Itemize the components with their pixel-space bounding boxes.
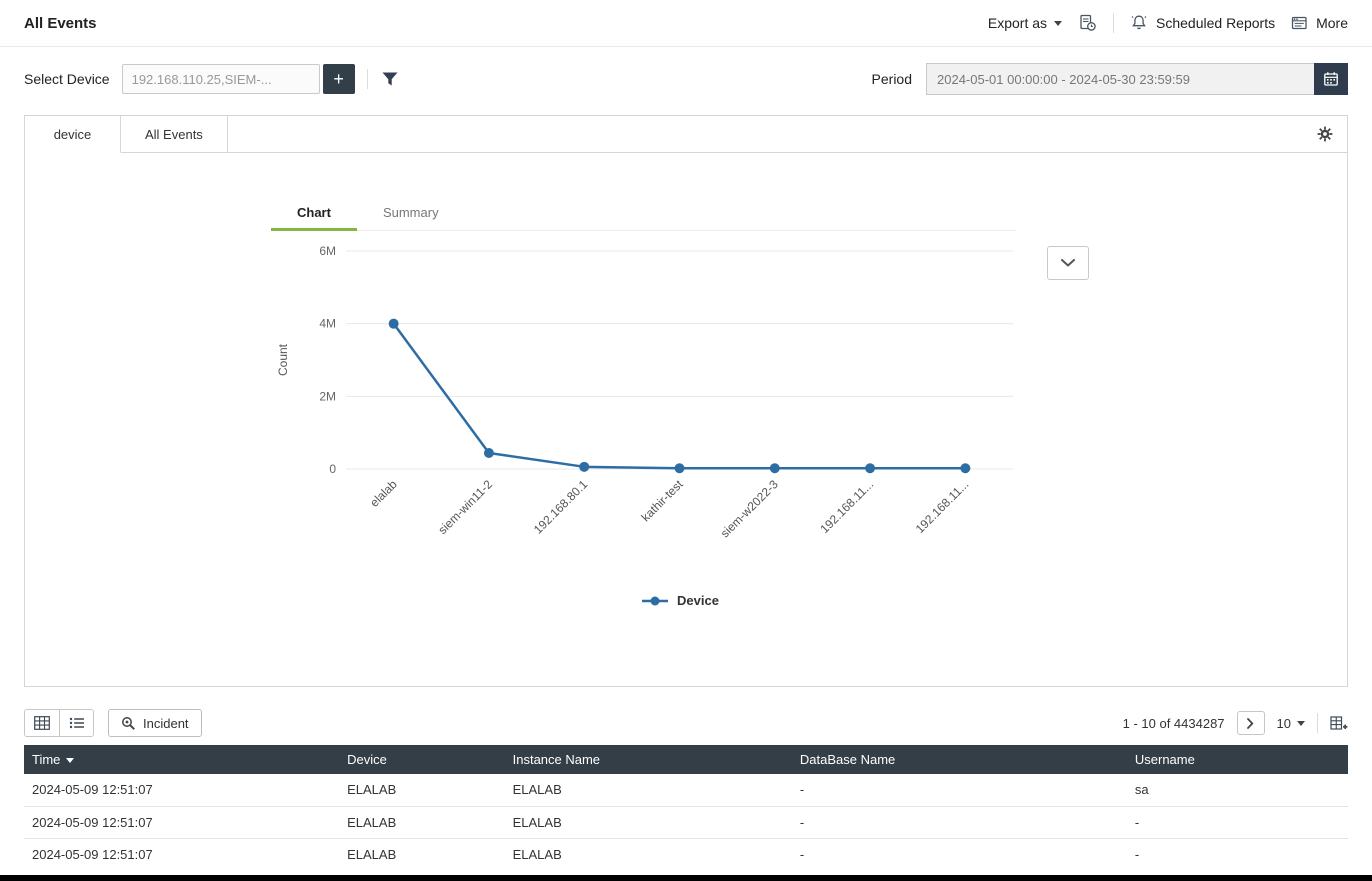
table-cell: - — [1127, 838, 1348, 863]
sort-desc-icon — [66, 758, 74, 763]
tab-all-events[interactable]: All Events — [121, 116, 228, 152]
incident-label: Incident — [143, 716, 189, 731]
svg-text:6M: 6M — [319, 244, 336, 258]
column-header-time[interactable]: Time — [24, 745, 339, 774]
filter-row: Select Device + Period — [0, 63, 1372, 95]
svg-text:siem-w2022-3: siem-w2022-3 — [718, 477, 781, 540]
svg-text:192.168.80.1: 192.168.80.1 — [531, 477, 591, 537]
divider — [1317, 713, 1318, 733]
chevron-down-icon — [1297, 721, 1305, 726]
period-input[interactable] — [926, 63, 1314, 95]
table-cell: - — [792, 806, 1127, 838]
events-table: TimeDeviceInstance NameDataBase NameUser… — [24, 745, 1348, 863]
export-history-icon[interactable] — [1078, 14, 1097, 32]
period-label: Period — [872, 71, 912, 87]
subtab-chart[interactable]: Chart — [271, 197, 357, 230]
chart-summary-tabs: Chart Summary — [271, 197, 1016, 231]
svg-text:Count: Count — [276, 343, 290, 376]
report-window-icon — [1291, 15, 1308, 31]
svg-text:0: 0 — [329, 462, 336, 476]
scheduled-reports-label: Scheduled Reports — [1156, 15, 1275, 31]
column-picker-icon[interactable] — [1330, 716, 1348, 731]
top-bar: All Events Export as Scheduled Reports — [0, 0, 1372, 47]
export-as-button[interactable]: Export as — [988, 15, 1062, 31]
chevron-right-icon — [1247, 718, 1254, 729]
next-page-button[interactable] — [1237, 711, 1265, 735]
table-cell: 2024-05-09 12:51:07 — [24, 838, 339, 863]
table-cell: - — [792, 838, 1127, 863]
table-cell: 2024-05-09 12:51:07 — [24, 774, 339, 806]
list-icon — [69, 716, 85, 730]
column-header-device[interactable]: Device — [339, 745, 505, 774]
table-cell: sa — [1127, 774, 1348, 806]
calendar-icon — [1323, 71, 1339, 87]
table-cell: 2024-05-09 12:51:07 — [24, 806, 339, 838]
calendar-button[interactable] — [1314, 63, 1348, 95]
svg-text:4M: 4M — [319, 317, 336, 331]
grid-icon — [34, 716, 50, 730]
pagination-text: 1 - 10 of 4434287 — [1123, 716, 1225, 731]
more-label: More — [1316, 15, 1348, 31]
tab-device[interactable]: device — [25, 116, 121, 153]
svg-text:elalab: elalab — [367, 477, 400, 510]
add-device-button[interactable]: + — [323, 64, 355, 94]
svg-text:2M: 2M — [319, 389, 336, 403]
device-count-line-chart: 6M 4M 2M 0 Count elalab siem-win11-2 192.168.80… — [271, 237, 1031, 585]
chevron-down-icon — [1054, 21, 1062, 26]
table-cell: ELALAB — [505, 774, 792, 806]
table-row[interactable]: 2024-05-09 12:51:07ELALABELALAB-- — [24, 838, 1348, 863]
bell-icon — [1130, 14, 1148, 32]
divider — [367, 69, 368, 89]
page-title: All Events — [24, 15, 97, 32]
report-panel: device All Events Chart Summary 6M4M2M0C… — [24, 115, 1348, 687]
divider — [1113, 13, 1114, 33]
column-header-database-name[interactable]: DataBase Name — [792, 745, 1127, 774]
results-toolbar: Incident 1 - 10 of 4434287 10 — [24, 709, 1348, 737]
table-cell: ELALAB — [339, 838, 505, 863]
subtab-summary[interactable]: Summary — [357, 197, 465, 230]
legend-swatch-icon — [641, 595, 669, 607]
table-cell: - — [792, 774, 1127, 806]
column-header-username[interactable]: Username — [1127, 745, 1348, 774]
table-row[interactable]: 2024-05-09 12:51:07ELALABELALAB-sa — [24, 774, 1348, 806]
filter-icon[interactable] — [382, 72, 398, 87]
table-cell: ELALAB — [339, 774, 505, 806]
chevron-down-icon — [1061, 259, 1075, 267]
svg-text:siem-win11-2: siem-win11-2 — [435, 477, 495, 537]
select-device-label: Select Device — [24, 71, 110, 87]
chart-area: Chart Summary 6M 4M 2M 0 Count elalab siem-win… — [25, 153, 1347, 608]
more-button[interactable]: More — [1291, 15, 1348, 31]
device-input[interactable] — [122, 64, 320, 94]
table-cell: - — [1127, 806, 1348, 838]
tab-bar: device All Events — [25, 116, 1347, 153]
table-header-row: TimeDeviceInstance NameDataBase NameUser… — [24, 745, 1348, 774]
table-cell: ELALAB — [339, 806, 505, 838]
scheduled-reports-button[interactable]: Scheduled Reports — [1130, 14, 1275, 32]
chart-options-dropdown[interactable] — [1047, 246, 1089, 280]
page-size-value: 10 — [1277, 716, 1291, 731]
svg-text:192.168.11...: 192.168.11... — [817, 477, 876, 536]
view-toggle — [24, 709, 94, 737]
page-size-dropdown[interactable]: 10 — [1277, 716, 1305, 731]
list-view-button[interactable] — [59, 710, 93, 736]
table-cell: ELALAB — [505, 838, 792, 863]
all-events-page: All Events Export as Scheduled Reports — [0, 0, 1372, 863]
incident-button[interactable]: Incident — [108, 709, 202, 737]
gear-icon[interactable] — [1317, 126, 1333, 142]
export-as-label: Export as — [988, 15, 1047, 31]
bottom-edge — [0, 875, 1372, 881]
chart-legend[interactable]: Device — [271, 593, 1031, 608]
column-header-instance-name[interactable]: Instance Name — [505, 745, 792, 774]
grid-view-button[interactable] — [25, 710, 59, 736]
svg-text:192.168.11...: 192.168.11... — [913, 477, 972, 536]
table-cell: ELALAB — [505, 806, 792, 838]
legend-label: Device — [677, 593, 719, 608]
svg-text:kathir-test: kathir-test — [638, 477, 686, 525]
table-row[interactable]: 2024-05-09 12:51:07ELALABELALAB-- — [24, 806, 1348, 838]
incident-search-icon — [121, 716, 136, 731]
